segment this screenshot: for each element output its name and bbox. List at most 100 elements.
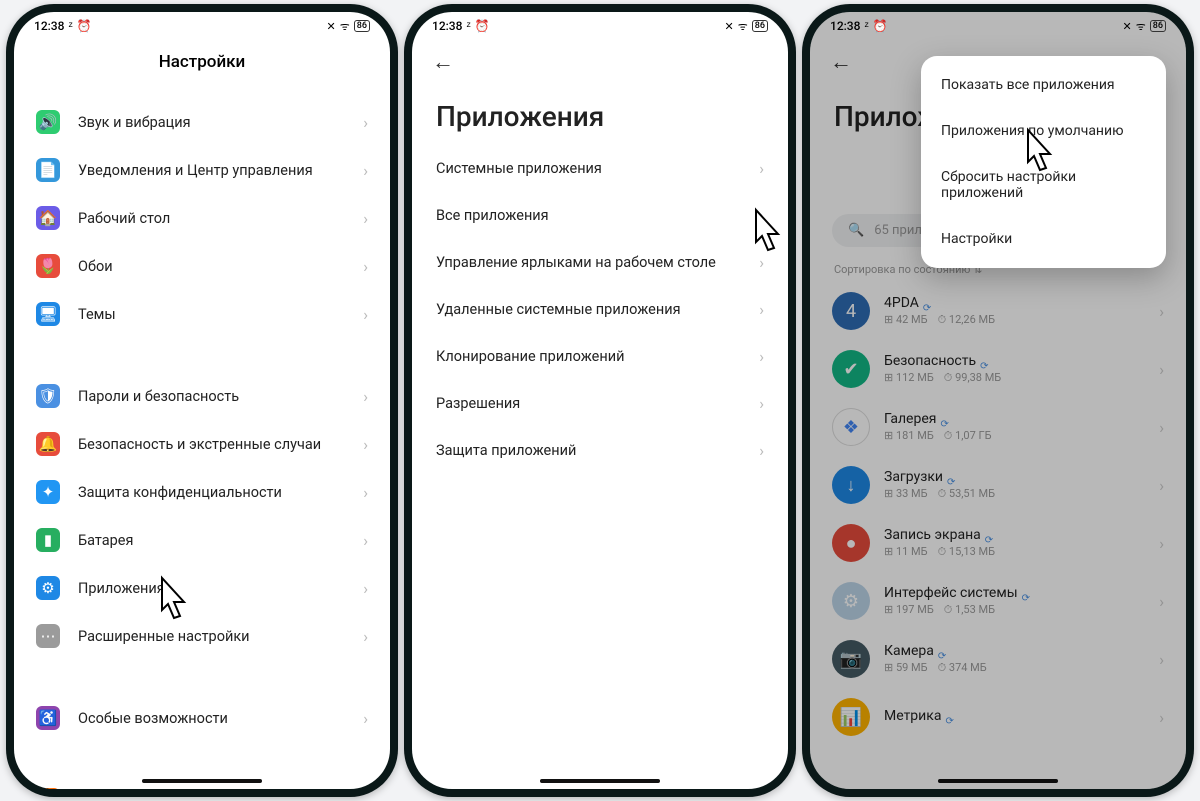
page-title: Настройки — [159, 52, 246, 72]
app-row[interactable]: ↓Загрузки⊞ 33 МБ⏱ 53,51 МБ› — [810, 456, 1186, 514]
back-button[interactable]: ← — [830, 49, 852, 75]
app-icon: ⚙ — [832, 582, 870, 620]
menu-item[interactable]: Сбросить настройки приложений — [921, 154, 1166, 216]
phone-frame-1: 12:38 ᶻ ⏰ ✕ ᯤ 86 Настройки 🔊Звук и вибра… — [6, 4, 398, 797]
settings-list: 🔊Звук и вибрация›📄Уведомления и Центр уп… — [14, 98, 390, 789]
apps-settings-item[interactable]: Разрешения› — [412, 380, 788, 427]
chevron-right-icon: › — [1159, 650, 1164, 669]
apps-icon: ⚙ — [36, 576, 60, 600]
item-label: Защита приложений — [436, 442, 759, 459]
app-meta: ⊞ 197 МБ⏱ 1,53 МБ — [884, 603, 1145, 617]
chevron-right-icon: › — [759, 253, 764, 272]
storage-size: ⏱ 15,13 МБ — [938, 545, 995, 559]
app-meta: ⊞ 42 МБ⏱ 12,26 МБ — [884, 313, 1145, 327]
battery-icon: 86 — [354, 20, 370, 32]
alarm-icon: ⏰ — [77, 19, 92, 33]
app-meta: ⊞ 59 МБ⏱ 374 МБ — [884, 661, 1145, 675]
status-time: 12:38 — [34, 19, 64, 33]
battery-icon: ▮ — [36, 528, 60, 552]
settings-item-battery[interactable]: ▮Батарея› — [14, 516, 390, 564]
settings-item-label: Обои — [78, 258, 363, 275]
wallpaper-icon: 🌷 — [36, 254, 60, 278]
app-name: Галерея — [884, 411, 1145, 427]
screen-1: 12:38 ᶻ ⏰ ✕ ᯤ 86 Настройки 🔊Звук и вибра… — [14, 12, 390, 789]
home-icon: 🏠 — [36, 206, 60, 230]
chevron-right-icon: › — [1159, 302, 1164, 321]
settings-item-apps[interactable]: ⚙Приложения› — [14, 564, 390, 612]
settings-item-label: Рабочий стол — [78, 210, 363, 227]
settings-item-label: Темы — [78, 306, 363, 323]
home-indicator — [938, 779, 1058, 783]
alarm-icon: ⏰ — [873, 19, 888, 33]
menu-item[interactable]: Приложения по умолчанию — [921, 108, 1166, 154]
back-button[interactable]: ← — [432, 49, 454, 75]
chevron-right-icon: › — [759, 206, 764, 225]
emergency-icon: 🔔 — [36, 432, 60, 456]
settings-item-accessibility[interactable]: ♿Особые возможности› — [14, 694, 390, 742]
alarm-icon: ⏰ — [475, 19, 490, 33]
settings-item-wallpaper[interactable]: 🌷 Обои› — [14, 242, 390, 290]
app-row[interactable]: 44PDA⊞ 42 МБ⏱ 12,26 МБ› — [810, 282, 1186, 340]
ram-size: ⊞ 33 МБ — [884, 487, 928, 501]
chevron-right-icon: › — [363, 483, 368, 502]
app-icon: ✔ — [832, 350, 870, 388]
chevron-right-icon: › — [759, 347, 764, 366]
privacy-icon: ✦ — [36, 480, 60, 504]
storage-size: ⏱ 1,53 МБ — [944, 603, 995, 617]
settings-item-label: Приложения — [78, 580, 363, 597]
settings-item-passwords[interactable]: 🛡Пароли и безопасность› — [14, 372, 390, 420]
dnd-icon: ᶻ — [864, 19, 868, 33]
chevron-right-icon: › — [759, 159, 764, 178]
menu-item[interactable]: Настройки — [921, 216, 1166, 262]
apps-settings-item[interactable]: Системные приложения› — [412, 145, 788, 192]
app-list: 44PDA⊞ 42 МБ⏱ 12,26 МБ›✔Безопасность⊞ 11… — [810, 282, 1186, 746]
chevron-right-icon: › — [363, 709, 368, 728]
app-row[interactable]: ⚙Интерфейс системы⊞ 197 МБ⏱ 1,53 МБ› — [810, 572, 1186, 630]
app-row[interactable]: ❖Галерея⊞ 181 МБ⏱ 1,07 ГБ› — [810, 398, 1186, 456]
wifi-icon: ᯤ — [340, 19, 350, 34]
settings-item-emergency[interactable]: 🔔Безопасность и экстренные случаи› — [14, 420, 390, 468]
settings-item-home[interactable]: 🏠Рабочий стол› — [14, 194, 390, 242]
apps-settings-item[interactable]: Управление ярлыками на рабочем столе› — [412, 239, 788, 286]
app-meta: ⊞ 112 МБ⏱ 99,38 МБ — [884, 371, 1145, 385]
wifi-icon: ᯤ — [1136, 19, 1146, 34]
status-time: 12:38 — [432, 19, 462, 33]
apps-settings-item[interactable]: Все приложения› — [412, 192, 788, 239]
status-time: 12:38 — [830, 19, 860, 33]
cast-icon: ✕ — [1123, 20, 1132, 33]
app-name: Интерфейс системы — [884, 585, 1145, 601]
cast-icon: ✕ — [725, 20, 734, 33]
cast-icon: ✕ — [327, 20, 336, 33]
chevron-right-icon: › — [363, 257, 368, 276]
dnd-icon: ᶻ — [68, 19, 72, 33]
app-name: Камера — [884, 643, 1145, 659]
app-row[interactable]: 📊Метрика› — [810, 688, 1186, 746]
storage-size: ⏱ 374 МБ — [938, 661, 987, 675]
menu-item[interactable]: Показать все приложения — [921, 62, 1166, 108]
app-row[interactable]: ✔Безопасность⊞ 112 МБ⏱ 99,38 МБ› — [810, 340, 1186, 398]
settings-item-themes[interactable]: 🖥Темы› — [14, 290, 390, 338]
settings-item-label: Уведомления и Центр управления — [78, 162, 363, 179]
settings-item-privacy[interactable]: ✦Защита конфиденциальности› — [14, 468, 390, 516]
settings-item-advanced[interactable]: ⋯Расширенные настройки› — [14, 612, 390, 660]
chevron-right-icon: › — [759, 300, 764, 319]
phone-frame-3: 12:38 ᶻ ⏰ ✕ ᯤ 86 ← Приложения 🗑 Удаление… — [802, 4, 1194, 797]
settings-item-notifications[interactable]: 📄Уведомления и Центр управления› — [14, 146, 390, 194]
item-label: Удаленные системные приложения — [436, 301, 759, 318]
chevron-right-icon: › — [759, 394, 764, 413]
apps-settings-item[interactable]: Клонирование приложений› — [412, 333, 788, 380]
home-indicator — [142, 779, 262, 783]
screen-2: 12:38 ᶻ ⏰ ✕ ᯤ 86 ← Приложения Системные … — [412, 12, 788, 789]
battery-icon: 86 — [1150, 20, 1166, 32]
app-row[interactable]: 📷Камера⊞ 59 МБ⏱ 374 МБ› — [810, 630, 1186, 688]
apps-settings-item[interactable]: Удаленные системные приложения› — [412, 286, 788, 333]
app-name: Метрика — [884, 708, 1145, 724]
apps-settings-item[interactable]: Защита приложений› — [412, 427, 788, 474]
settings-item-sound[interactable]: 🔊Звук и вибрация› — [14, 98, 390, 146]
app-meta: ⊞ 11 МБ⏱ 15,13 МБ — [884, 545, 1145, 559]
app-row[interactable]: ●Запись экрана⊞ 11 МБ⏱ 15,13 МБ› — [810, 514, 1186, 572]
settings-item-label: Пароли и безопасность — [78, 388, 363, 405]
titlebar: ← — [412, 40, 788, 84]
chevron-right-icon: › — [363, 435, 368, 454]
storage-size: ⏱ 53,51 МБ — [938, 487, 995, 501]
